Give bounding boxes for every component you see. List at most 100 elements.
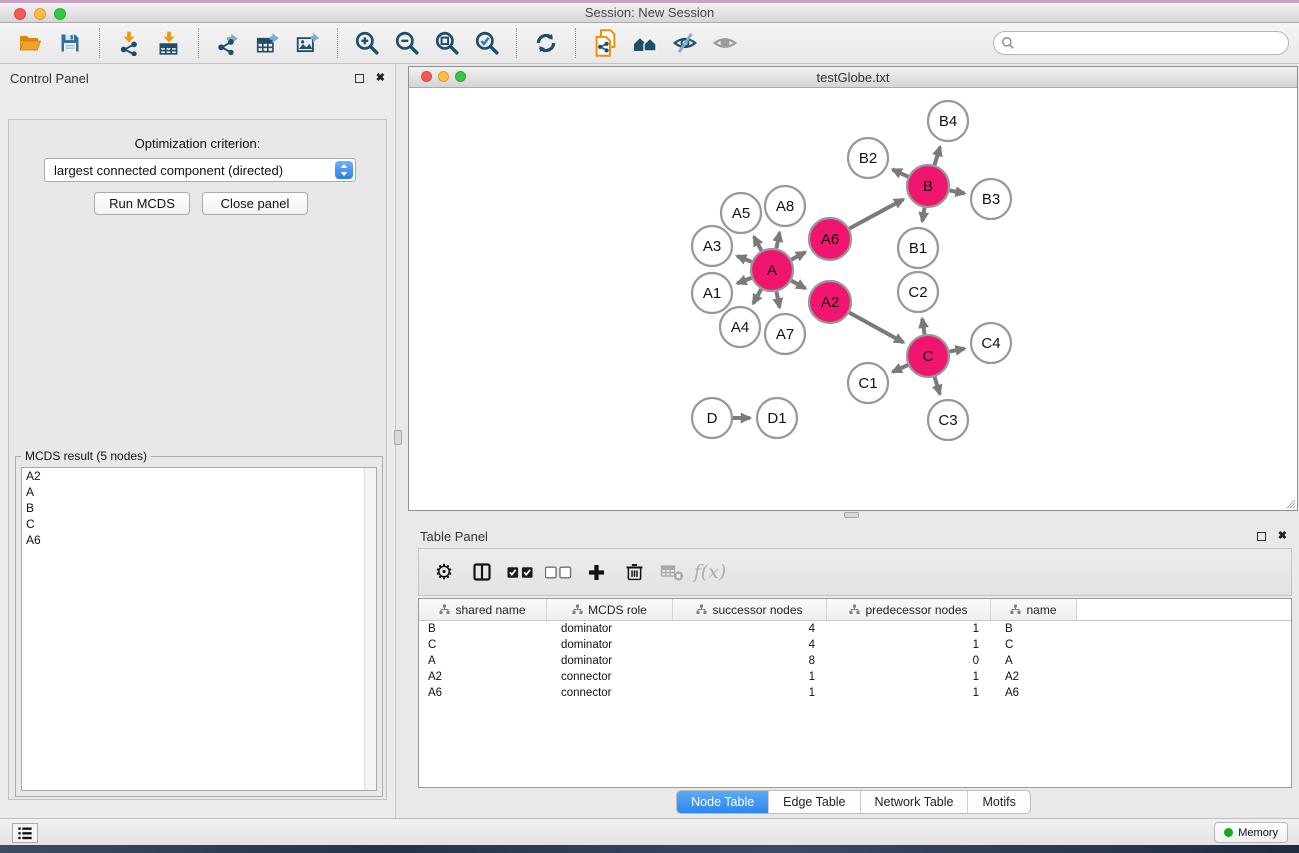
table-cell[interactable]: 1 bbox=[827, 671, 991, 683]
minimize-window-button[interactable] bbox=[34, 8, 46, 20]
export-image-icon[interactable] bbox=[288, 25, 328, 61]
graph-node-B[interactable]: B bbox=[907, 165, 949, 207]
graph-edge-A-A7[interactable] bbox=[776, 292, 779, 308]
minimize-network-window-button[interactable] bbox=[438, 71, 449, 82]
graph-node-A7[interactable]: A7 bbox=[765, 314, 805, 354]
close-table-panel-icon[interactable]: ✖ bbox=[1278, 531, 1287, 542]
table-cell[interactable]: 4 bbox=[673, 639, 827, 651]
hide-selection-icon[interactable] bbox=[665, 25, 705, 61]
table-cell[interactable]: 1 bbox=[673, 671, 827, 683]
table-row[interactable]: Adominator80A bbox=[419, 653, 1291, 669]
table-cell[interactable]: A2 bbox=[419, 671, 547, 683]
table-cell[interactable]: A bbox=[991, 655, 1077, 667]
graph-node-C4[interactable]: C4 bbox=[971, 323, 1011, 363]
table-cell[interactable]: 1 bbox=[827, 687, 991, 699]
window-resize-grip[interactable] bbox=[1284, 497, 1296, 509]
column-header-successor-nodes[interactable]: successor nodes bbox=[673, 599, 827, 620]
table-row[interactable]: A6connector11A6 bbox=[419, 685, 1291, 701]
mcds-result-item[interactable]: A2 bbox=[22, 468, 376, 484]
close-panel-button[interactable]: Close panel bbox=[202, 192, 308, 215]
graph-edge-C-C1[interactable] bbox=[893, 365, 908, 372]
graph-edge-C-C2[interactable] bbox=[922, 319, 924, 335]
select-all-columns-icon[interactable] bbox=[501, 552, 539, 592]
graph-node-D1[interactable]: D1 bbox=[757, 398, 797, 438]
delete-column-trash-icon[interactable] bbox=[615, 552, 653, 592]
zoom-out-icon[interactable] bbox=[387, 25, 427, 61]
graph-edge-B-B3[interactable] bbox=[950, 190, 965, 193]
graph-edge-A-A3[interactable] bbox=[737, 256, 752, 262]
column-header-shared-name[interactable]: shared name bbox=[419, 599, 547, 620]
mcds-list-scrollbar[interactable] bbox=[364, 468, 376, 790]
refresh-icon[interactable] bbox=[526, 25, 566, 61]
table-cell[interactable]: 1 bbox=[827, 623, 991, 635]
export-table-icon[interactable] bbox=[248, 25, 288, 61]
graph-node-B1[interactable]: B1 bbox=[898, 228, 938, 268]
tab-node-table[interactable]: Node Table bbox=[677, 791, 769, 813]
save-session-icon[interactable] bbox=[50, 25, 90, 61]
graph-node-A1[interactable]: A1 bbox=[692, 273, 732, 313]
table-cell[interactable]: dominator bbox=[547, 623, 673, 635]
table-cell[interactable]: B bbox=[991, 623, 1077, 635]
graph-node-B4[interactable]: B4 bbox=[928, 101, 968, 141]
criterion-select[interactable]: largest connected component (directed) bbox=[44, 158, 356, 182]
graph-node-A[interactable]: A bbox=[751, 249, 793, 291]
vertical-splitter-handle[interactable] bbox=[394, 430, 402, 445]
new-network-from-selection-icon[interactable] bbox=[585, 25, 625, 61]
graph-node-B2[interactable]: B2 bbox=[848, 138, 888, 178]
close-window-button[interactable] bbox=[14, 8, 26, 20]
table-cell[interactable]: A2 bbox=[991, 671, 1077, 683]
create-column-icon[interactable] bbox=[577, 552, 615, 592]
table-options-gear-icon[interactable]: ⚙ bbox=[425, 552, 463, 592]
table-cell[interactable]: C bbox=[419, 639, 547, 651]
graph-node-A3[interactable]: A3 bbox=[692, 226, 732, 266]
graph-edge-B-B4[interactable] bbox=[935, 147, 941, 165]
zoom-in-icon[interactable] bbox=[347, 25, 387, 61]
graph-edge-B-B1[interactable] bbox=[922, 208, 924, 222]
table-cell[interactable]: 8 bbox=[673, 655, 827, 667]
close-network-window-button[interactable] bbox=[421, 71, 432, 82]
graph-edge-A6-B[interactable] bbox=[849, 199, 903, 228]
memory-button[interactable]: Memory bbox=[1214, 822, 1288, 843]
graph-edge-A-A4[interactable] bbox=[753, 289, 761, 303]
float-table-panel-icon[interactable] bbox=[1257, 532, 1266, 541]
tab-edge-table[interactable]: Edge Table bbox=[769, 791, 860, 813]
table-cell[interactable]: 4 bbox=[673, 623, 827, 635]
run-mcds-button[interactable]: Run MCDS bbox=[94, 192, 190, 215]
table-row[interactable]: Bdominator41B bbox=[419, 621, 1291, 637]
show-all-icon[interactable] bbox=[705, 25, 745, 61]
table-cell[interactable]: 1 bbox=[673, 687, 827, 699]
graph-edge-A2-C[interactable] bbox=[849, 313, 903, 343]
graph-node-C2[interactable]: C2 bbox=[898, 272, 938, 312]
table-cell[interactable]: 0 bbox=[827, 655, 991, 667]
graph-node-C3[interactable]: C3 bbox=[928, 400, 968, 440]
graph-node-B3[interactable]: B3 bbox=[971, 179, 1011, 219]
graph-node-C1[interactable]: C1 bbox=[848, 363, 888, 403]
table-cell[interactable]: A6 bbox=[991, 687, 1077, 699]
graph-edge-A-A2[interactable] bbox=[791, 281, 805, 289]
mcds-result-item[interactable]: A6 bbox=[22, 532, 376, 548]
tab-network-table[interactable]: Network Table bbox=[861, 791, 969, 813]
table-cell[interactable]: dominator bbox=[547, 655, 673, 667]
show-columns-icon[interactable] bbox=[463, 552, 501, 592]
first-neighbors-icon[interactable] bbox=[625, 25, 665, 61]
graph-edge-A-A1[interactable] bbox=[737, 278, 751, 283]
column-header-predecessor-nodes[interactable]: predecessor nodes bbox=[827, 599, 991, 620]
graph-node-A4[interactable]: A4 bbox=[720, 307, 760, 347]
table-cell[interactable]: C bbox=[991, 639, 1077, 651]
graph-node-A8[interactable]: A8 bbox=[765, 186, 805, 226]
table-cell[interactable]: connector bbox=[547, 687, 673, 699]
graph-node-A6[interactable]: A6 bbox=[809, 218, 851, 260]
search-input[interactable] bbox=[993, 31, 1289, 55]
graph-node-D[interactable]: D bbox=[692, 398, 732, 438]
float-panel-icon[interactable] bbox=[355, 74, 364, 83]
unselect-all-columns-icon[interactable] bbox=[539, 552, 577, 592]
mcds-result-item[interactable]: B bbox=[22, 500, 376, 516]
table-cell[interactable]: dominator bbox=[547, 639, 673, 651]
close-panel-icon[interactable]: ✖ bbox=[376, 73, 385, 84]
graph-node-A5[interactable]: A5 bbox=[721, 193, 761, 233]
show-task-history-button[interactable] bbox=[12, 823, 38, 843]
graph-node-A2[interactable]: A2 bbox=[809, 281, 851, 323]
export-network-icon[interactable] bbox=[208, 25, 248, 61]
table-cell[interactable]: 1 bbox=[827, 639, 991, 651]
table-row[interactable]: A2connector11A2 bbox=[419, 669, 1291, 685]
